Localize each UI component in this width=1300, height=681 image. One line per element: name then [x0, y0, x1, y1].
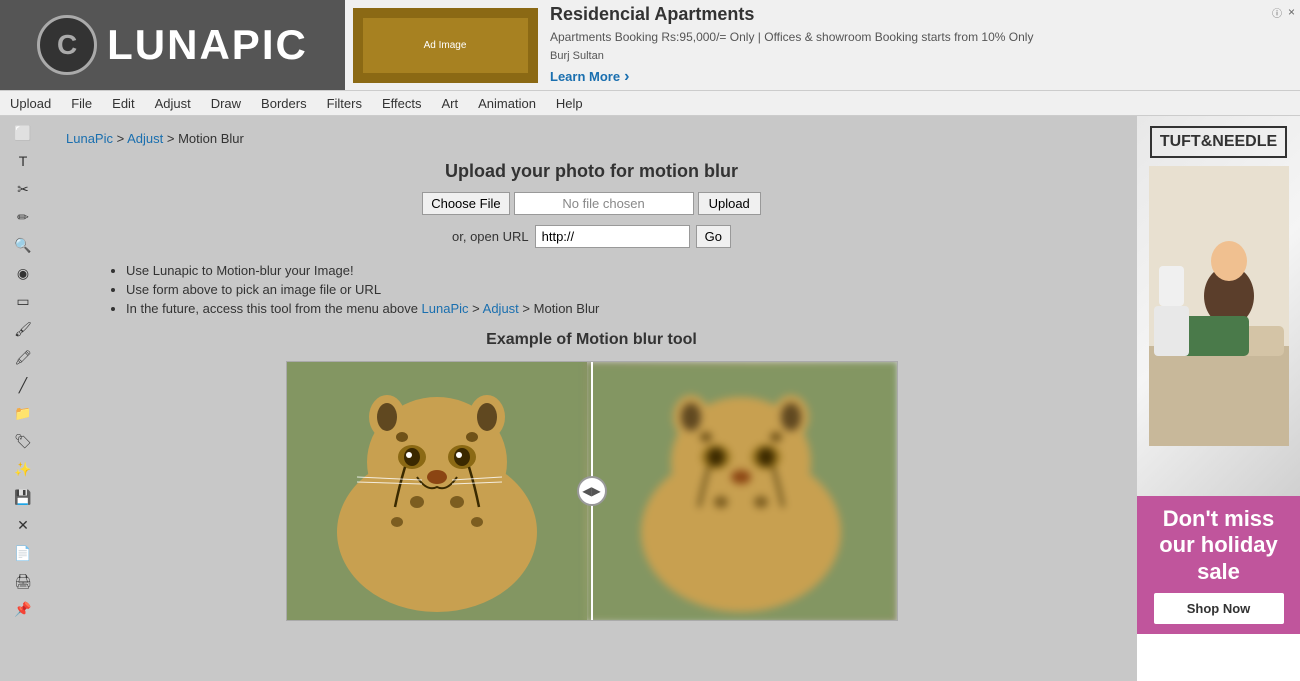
- learn-more-link[interactable]: Learn More ›: [550, 68, 1292, 86]
- choose-file-button[interactable]: Choose File: [422, 192, 509, 215]
- instruction-lunapic-link[interactable]: LunaPic: [422, 301, 469, 316]
- compare-arrows-icon: ◀▶: [582, 484, 600, 498]
- nav-effects[interactable]: Effects: [372, 92, 432, 115]
- svg-text:Ad Image: Ad Image: [424, 40, 467, 51]
- close-tool[interactable]: ✕: [8, 512, 38, 538]
- instruction-2: Use form above to pick an image file or …: [126, 282, 381, 297]
- save-tool[interactable]: 💾: [8, 484, 38, 510]
- ad-content: Residencial Apartments Apartments Bookin…: [550, 4, 1292, 86]
- file-chosen-label: No file chosen: [514, 192, 694, 215]
- shop-now-button[interactable]: Shop Now: [1154, 593, 1284, 624]
- rectangle-tool[interactable]: ▭: [8, 288, 38, 314]
- upload-section: Upload your photo for motion blur Choose…: [66, 161, 1117, 248]
- instructions: Use Lunapic to Motion-blur your Image! U…: [66, 263, 1117, 316]
- effects-tool[interactable]: ✨: [8, 456, 38, 482]
- main-content: LunaPic > Adjust > Motion Blur Upload yo…: [46, 116, 1137, 681]
- left-toolbar: ⬜ T ✂ ✏ 🔍 ◉ ▭ 🖌 🖍 ╱ 📁 🏷 ✨ 💾 ✕ 📄 🖨 📌: [0, 116, 46, 681]
- go-button[interactable]: Go: [696, 225, 731, 248]
- instruction-adjust-link[interactable]: Adjust: [483, 301, 519, 316]
- nav-filters[interactable]: Filters: [317, 92, 372, 115]
- sale-text: Don't miss our holiday sale: [1147, 506, 1290, 585]
- ad-info-icon[interactable]: ⓘ: [1272, 5, 1282, 20]
- brush-tool[interactable]: 🖌: [8, 316, 38, 342]
- ad-close-icon[interactable]: ×: [1288, 5, 1295, 19]
- compare-image-left: [287, 362, 587, 621]
- nav-file[interactable]: File: [61, 92, 102, 115]
- url-input[interactable]: [535, 225, 690, 248]
- url-label: or, open URL: [452, 229, 529, 244]
- header-ad: ⓘ × Ad Image Residencial Apartments Apar…: [345, 0, 1300, 90]
- image-compare[interactable]: ◀▶: [286, 361, 898, 621]
- right-sidebar-ad: TUFT&NEEDLE: [1137, 116, 1300, 681]
- breadcrumb-current: Motion Blur: [178, 131, 244, 146]
- example-title: Example of Motion blur tool: [66, 331, 1117, 349]
- right-ad-bottom: Don't miss our holiday sale Shop Now: [1137, 496, 1300, 634]
- breadcrumb-lunapic[interactable]: LunaPic: [66, 131, 113, 146]
- tuft-needle-brand: TUFT&NEEDLE: [1137, 116, 1300, 496]
- upload-row: Choose File No file chosen Upload: [66, 192, 1117, 215]
- compare-handle[interactable]: ◀▶: [577, 476, 607, 506]
- nav-art[interactable]: Art: [431, 92, 468, 115]
- nav-upload[interactable]: Upload: [0, 92, 61, 115]
- select-tool[interactable]: ⬜: [8, 120, 38, 146]
- logo-icon: C: [37, 15, 97, 75]
- text-tool[interactable]: T: [8, 148, 38, 174]
- breadcrumb-sep2: >: [167, 131, 178, 146]
- ad-image: Ad Image: [353, 8, 538, 83]
- compare-image-right: [585, 362, 897, 621]
- right-ad-image: TUFT&NEEDLE: [1137, 116, 1300, 496]
- tag-tool[interactable]: 🏷: [8, 428, 38, 454]
- logo-text: LUNAPIC: [107, 21, 308, 69]
- print-tool[interactable]: 🖨: [8, 568, 38, 594]
- main-layout: LunaPic > Adjust > Motion Blur Upload yo…: [46, 116, 1137, 681]
- learn-more-arrow-icon: ›: [624, 68, 629, 86]
- instruction-sep1: >: [472, 301, 483, 316]
- instruction-1: Use Lunapic to Motion-blur your Image!: [126, 263, 354, 278]
- upload-title: Upload your photo for motion blur: [66, 161, 1117, 182]
- nav-draw[interactable]: Draw: [201, 92, 251, 115]
- header: C LUNAPIC ⓘ × Ad Image Residencial Apart…: [0, 0, 1300, 90]
- instruction-3-suffix: Motion Blur: [534, 301, 600, 316]
- tn-product-image: [1149, 166, 1289, 446]
- right-ad-content: TUFT&NEEDLE: [1137, 116, 1300, 681]
- upload-button[interactable]: Upload: [698, 192, 761, 215]
- nav-menu: Upload File Edit Adjust Draw Borders Fil…: [0, 90, 1300, 116]
- nav-animation[interactable]: Animation: [468, 92, 546, 115]
- stamp-tool[interactable]: 📌: [8, 596, 38, 622]
- instruction-3-prefix: In the future, access this tool from the…: [126, 301, 422, 316]
- document-tool[interactable]: 📄: [8, 540, 38, 566]
- ad-description: Apartments Booking Rs:95,000/= Only | Of…: [550, 29, 1292, 46]
- eyedropper-tool[interactable]: 🖍: [8, 344, 38, 370]
- breadcrumb-sep1: >: [117, 131, 128, 146]
- fill-tool[interactable]: ◉: [8, 260, 38, 286]
- url-row: or, open URL Go: [66, 225, 1117, 248]
- breadcrumb: LunaPic > Adjust > Motion Blur: [66, 131, 1117, 146]
- instruction-sep2: >: [522, 301, 533, 316]
- folder-tool[interactable]: 📁: [8, 400, 38, 426]
- nav-adjust[interactable]: Adjust: [145, 92, 201, 115]
- nav-edit[interactable]: Edit: [102, 92, 144, 115]
- nav-borders[interactable]: Borders: [251, 92, 317, 115]
- zoom-tool[interactable]: 🔍: [8, 232, 38, 258]
- breadcrumb-adjust[interactable]: Adjust: [127, 131, 163, 146]
- nav-help[interactable]: Help: [546, 92, 593, 115]
- ad-title: Residencial Apartments: [550, 4, 1292, 25]
- tn-logo: TUFT&NEEDLE: [1150, 126, 1287, 158]
- line-tool[interactable]: ╱: [8, 372, 38, 398]
- logo-area: C LUNAPIC: [0, 0, 345, 90]
- ad-subtitle: Burj Sultan: [550, 50, 1292, 62]
- pencil-tool[interactable]: ✏: [8, 204, 38, 230]
- crop-tool[interactable]: ✂: [8, 176, 38, 202]
